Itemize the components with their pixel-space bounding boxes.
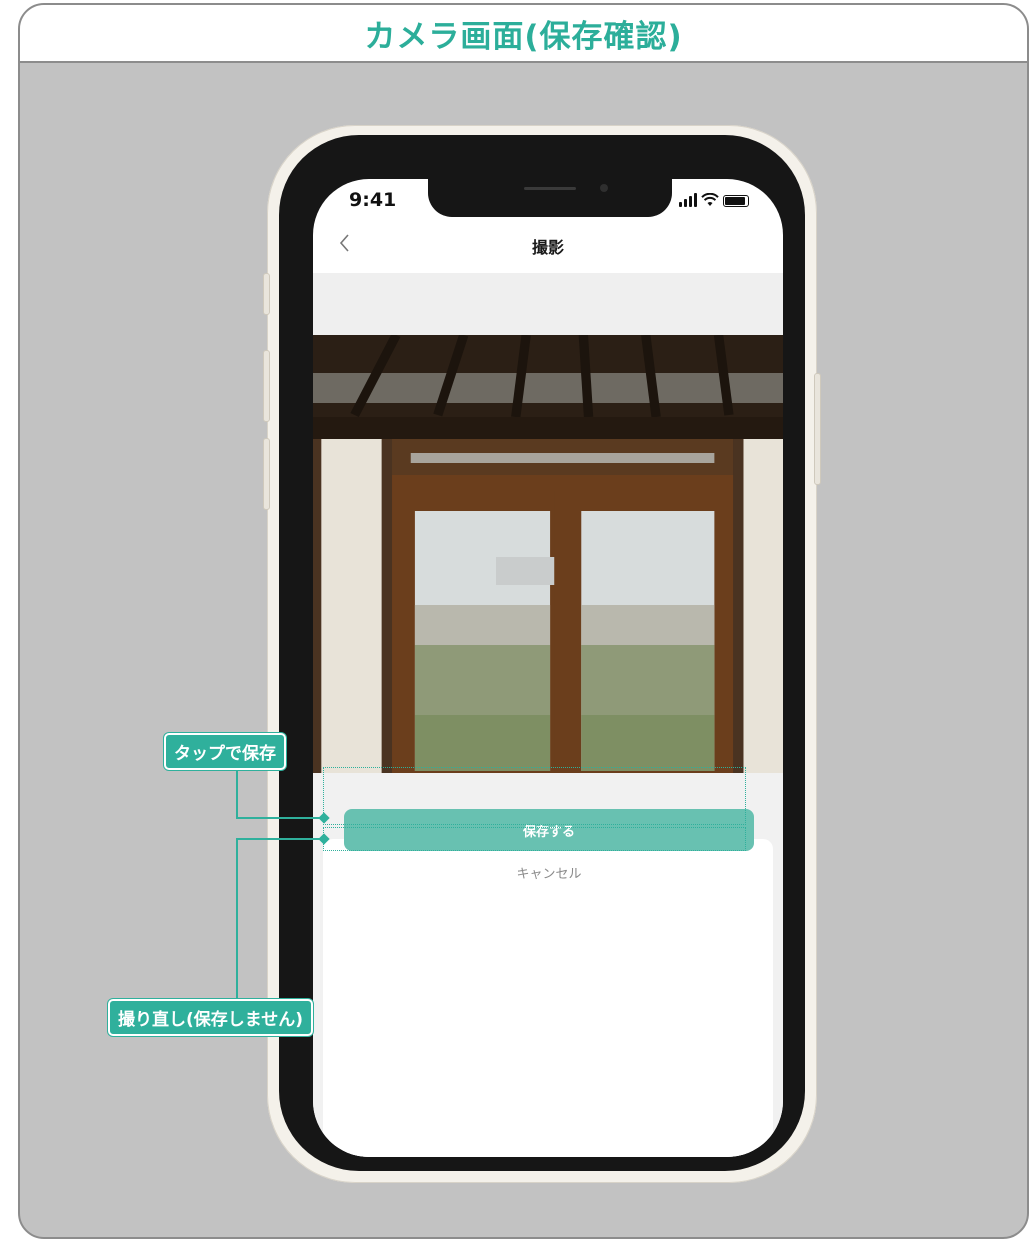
power-button bbox=[814, 373, 821, 485]
save-callout-line-h bbox=[236, 817, 324, 819]
retake-callout-line-v bbox=[236, 838, 238, 1000]
save-button[interactable]: 保存する bbox=[344, 809, 754, 851]
retake-callout-label: 撮り直し(保存しません) bbox=[108, 999, 314, 1036]
mute-switch bbox=[263, 273, 270, 315]
phone-screen: 9:41 撮影 保存する キャンセル bbox=[313, 179, 783, 1157]
nav-title: 撮影 bbox=[531, 238, 564, 257]
battery-icon bbox=[723, 195, 749, 207]
frame-header: カメラ画面(保存確認) bbox=[20, 5, 1027, 63]
volume-down-button bbox=[263, 438, 270, 510]
signal-icon bbox=[679, 193, 697, 207]
mockup-frame: カメラ画面(保存確認) 9:41 撮影 保存する キャンセル タップで保存 撮り… bbox=[18, 3, 1029, 1239]
save-callout-line-v bbox=[236, 769, 238, 819]
page-title: カメラ画面(保存確認) bbox=[364, 18, 683, 55]
cancel-button[interactable]: キャンセル bbox=[344, 859, 754, 885]
save-callout-label: タップで保存 bbox=[164, 733, 286, 770]
status-time: 9:41 bbox=[349, 189, 397, 211]
front-camera bbox=[600, 184, 608, 192]
action-sheet bbox=[323, 839, 773, 1157]
retake-callout-line-h bbox=[236, 838, 324, 840]
speaker bbox=[524, 187, 576, 190]
wifi-icon bbox=[701, 193, 719, 206]
preview-area bbox=[313, 273, 783, 935]
phone-bezel: 9:41 撮影 保存する キャンセル bbox=[279, 135, 805, 1171]
volume-up-button bbox=[263, 350, 270, 422]
phone-mockup: 9:41 撮影 保存する キャンセル bbox=[263, 125, 821, 1183]
nav-bar: 撮影 bbox=[313, 223, 783, 271]
status-icons bbox=[679, 191, 749, 207]
notch bbox=[428, 179, 672, 217]
